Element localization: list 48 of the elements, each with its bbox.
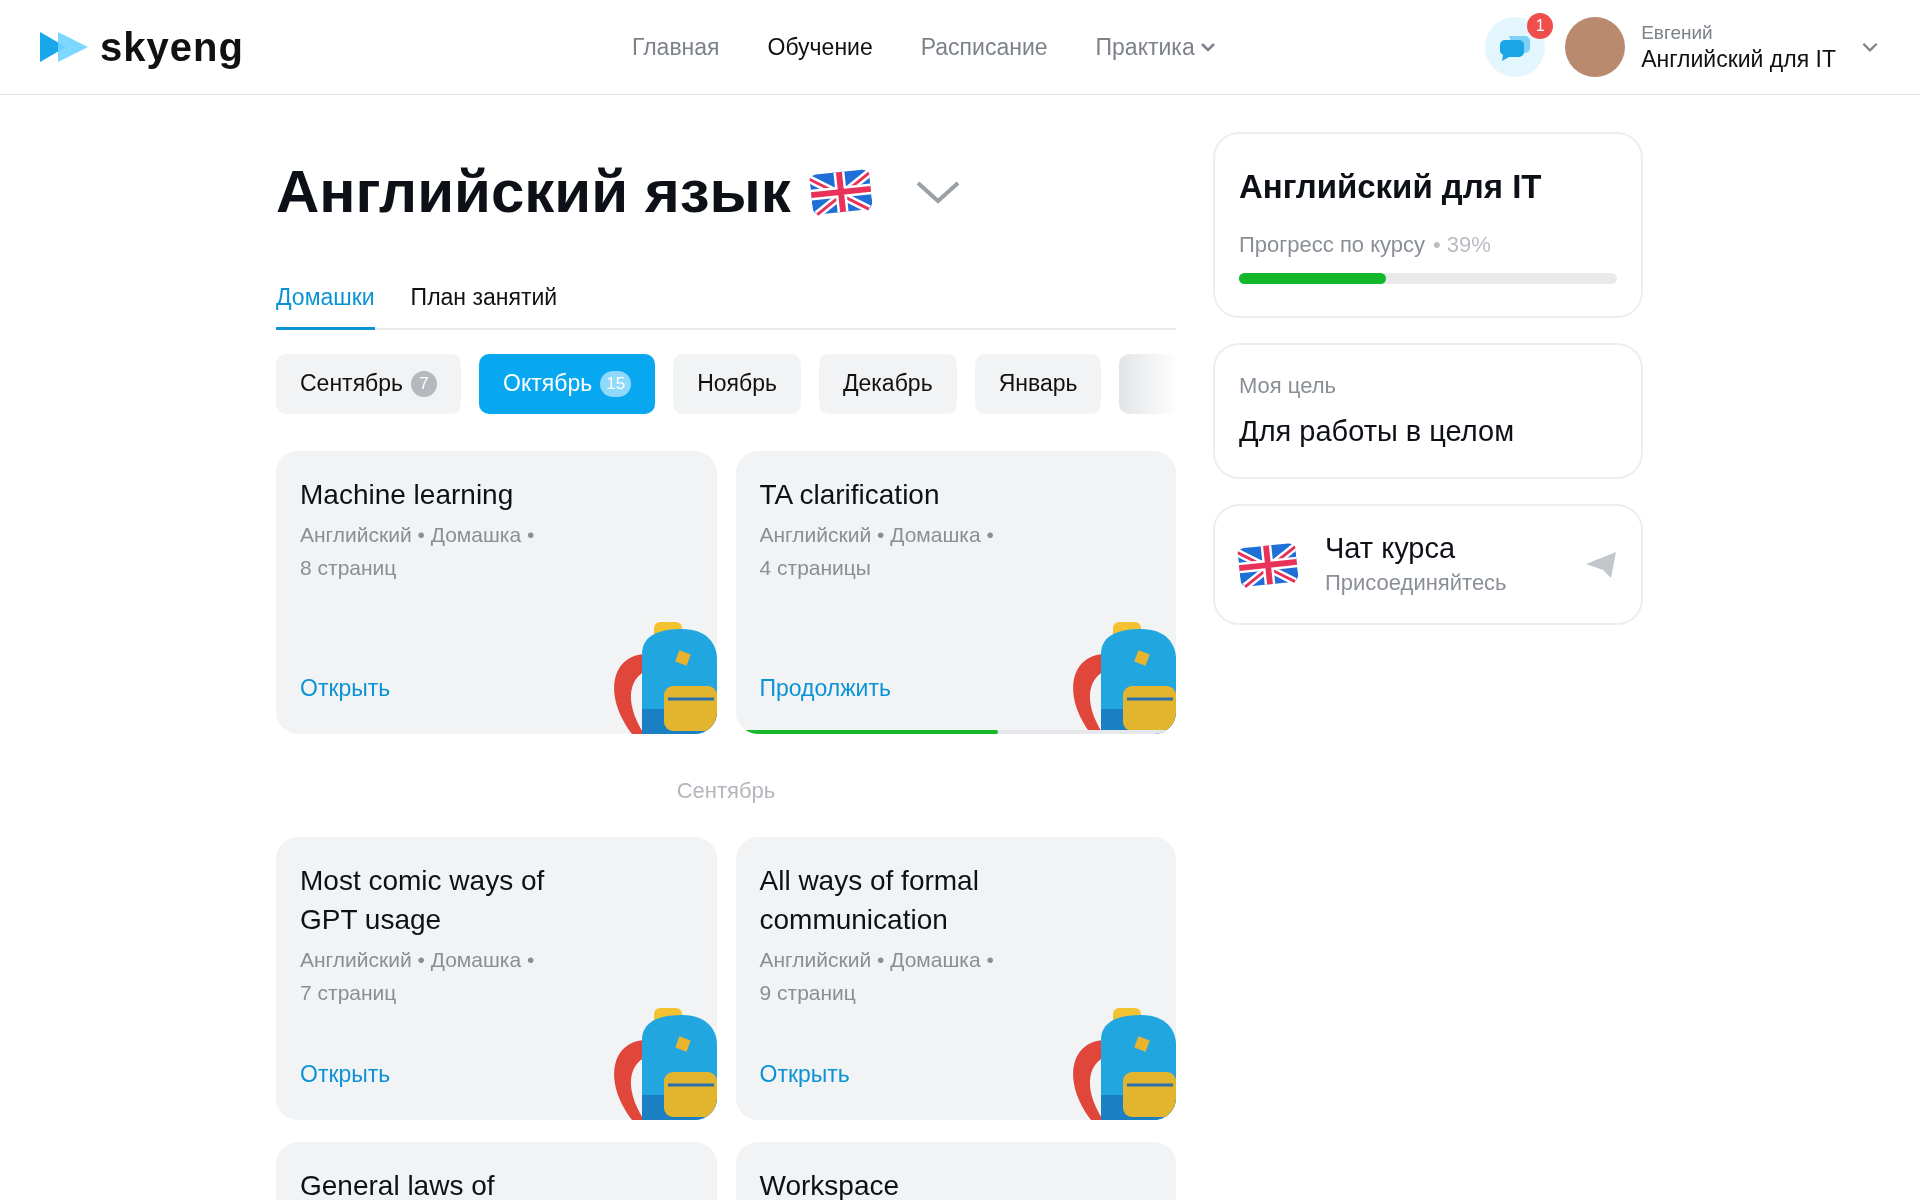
send-icon: [1585, 549, 1617, 580]
chat-subtitle: Присоединяйтесь: [1325, 569, 1507, 597]
homework-card[interactable]: Machine learning Английский • Домашка • 8 страниц Открыть: [276, 450, 717, 734]
logo-icon: [40, 30, 88, 64]
chat-card[interactable]: Чат курса Присоединяйтесь: [1213, 504, 1643, 625]
homework-card[interactable]: All ways of formal communication Английский • Домашка • 9 страниц Открыть: [735, 836, 1176, 1120]
card-meta: Английский • Домашка •: [759, 521, 995, 548]
user-course: Английский для IT: [1641, 45, 1836, 73]
card-title: Most comic ways of GPT usage: [300, 863, 546, 937]
card-title: Machine learning: [300, 477, 515, 512]
count-badge: 15: [600, 370, 632, 397]
month-tab[interactable]: Ноябрь: [673, 353, 801, 414]
chat-title: Чат курса: [1325, 531, 1457, 566]
nav-link[interactable]: Обучение: [767, 29, 873, 65]
course-title: Английский для IT: [1239, 167, 1543, 207]
page-count: 9 страниц: [759, 979, 857, 1006]
progress-value: • 39%: [1433, 230, 1491, 259]
nav-link[interactable]: Главная: [632, 29, 720, 65]
homework-card[interactable]: Most comic ways of GPT usage Английский • Домашка • 7 страниц Открыть: [276, 836, 717, 1120]
homework-card[interactable]: Workspace: [735, 1141, 1176, 1200]
page-count: 4 страницы: [759, 554, 872, 581]
tab[interactable]: План занятий: [410, 280, 558, 330]
logo-text: skyeng: [100, 24, 244, 71]
nav-link[interactable]: Практика: [1095, 29, 1217, 65]
goal-value: Для работы в целом: [1239, 413, 1516, 449]
user-name: Евгений: [1641, 21, 1714, 45]
card-title: Workspace: [759, 1168, 901, 1200]
card-meta: Английский • Домашка •: [300, 521, 536, 548]
notification-badge: 1: [1527, 13, 1554, 39]
card-title: General laws of: [300, 1168, 496, 1200]
month-tab[interactable]: Январь: [974, 353, 1102, 414]
page-count: 8 страниц: [300, 554, 398, 581]
month-tab[interactable]: Декабрь: [818, 353, 957, 414]
card-meta: Английский • Домашка •: [759, 946, 995, 973]
nav-link[interactable]: Расписание: [920, 29, 1048, 65]
progress-label: Прогресс по курсу: [1239, 230, 1425, 259]
goal-label: Моя цель: [1239, 371, 1337, 400]
card-meta: Английский • Домашка •: [300, 946, 536, 973]
homework-card[interactable]: General laws of: [276, 1141, 717, 1200]
page-title: Английский язык: [276, 157, 791, 227]
month-tab[interactable]: Сентябрь 7: [276, 353, 462, 414]
card-title: TA clarification: [759, 477, 941, 512]
homework-card[interactable]: TA clarification Английский • Домашка • 4 страницы Продолжить: [735, 450, 1176, 734]
month-tab-fade: [1119, 353, 1176, 414]
card-title: All ways of formal communication: [759, 863, 980, 937]
section-label: Сентябрь: [675, 776, 777, 805]
count-badge: 7: [411, 370, 438, 397]
page-count: 7 страниц: [300, 979, 398, 1006]
